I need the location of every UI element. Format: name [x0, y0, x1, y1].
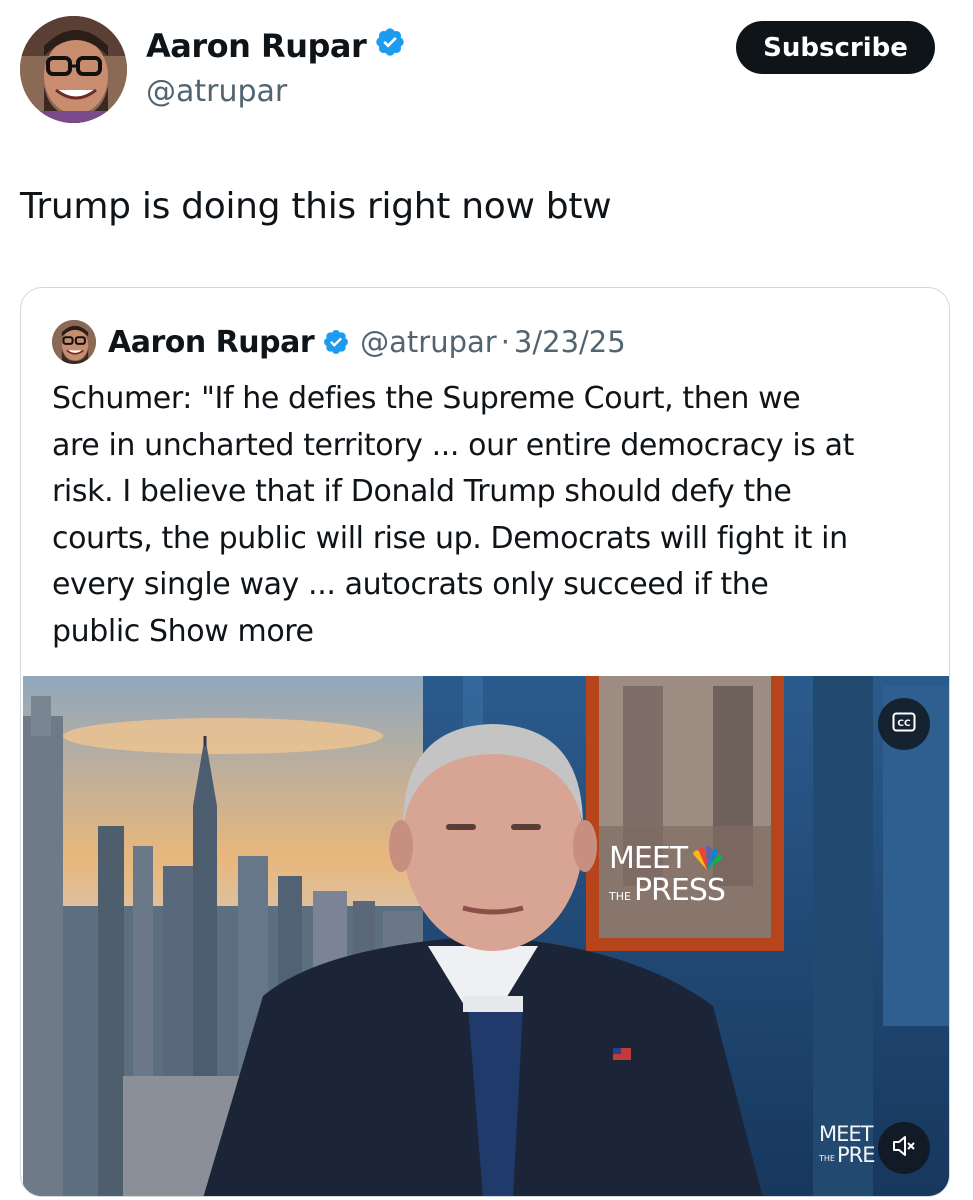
- quoted-text-line: every single way ... autocrats only succ…: [52, 567, 769, 602]
- logo-the: THE: [609, 890, 631, 903]
- quoted-tweet-card[interactable]: Aaron Rupar @atrupar · 3/23/25 Schumer: …: [20, 287, 950, 1197]
- tweet-text: Trump is doing this right now btw: [20, 186, 612, 227]
- quoted-text-line: public: [52, 613, 140, 649]
- quoted-tweet-text: Schumer: "If he defies the Supreme Court…: [52, 376, 937, 655]
- meet-the-press-logo: MEET THE PRESS: [609, 841, 726, 908]
- closed-captions-icon: CC: [892, 712, 916, 736]
- video-frame: [23, 676, 949, 1196]
- author-avatar[interactable]: [20, 16, 127, 123]
- author-handle[interactable]: @atrupar: [146, 74, 287, 109]
- corner-logo-press: PRE: [836, 1143, 876, 1167]
- quoted-tweet-date[interactable]: 3/23/25: [514, 325, 626, 359]
- show-more-link[interactable]: Show more: [149, 614, 314, 649]
- volume-muted-icon: [891, 1134, 917, 1162]
- corner-watermark-logo: MEET THE PRE: [819, 1124, 875, 1166]
- quoted-text-line: are in uncharted territory ... our entir…: [52, 427, 854, 463]
- meta-separator: ·: [500, 325, 510, 359]
- verified-badge-icon: [322, 328, 350, 356]
- corner-logo-meet: MEET: [819, 1122, 873, 1146]
- mute-button[interactable]: [878, 1122, 930, 1174]
- corner-logo-the: THE: [819, 1154, 835, 1163]
- quoted-text-line: courts, the public will rise up. Democra…: [52, 520, 848, 556]
- quoted-author-avatar[interactable]: [52, 320, 96, 364]
- quoted-text-line: risk. I believe that if Donald Trump sho…: [52, 474, 792, 509]
- quoted-author-name[interactable]: Aaron Rupar: [108, 325, 315, 360]
- peacock-icon: [693, 846, 723, 870]
- subscribe-button[interactable]: Subscribe: [736, 21, 935, 74]
- quoted-tweet-header: Aaron Rupar @atrupar · 3/23/25: [52, 319, 626, 365]
- verified-badge-icon: [374, 26, 406, 66]
- svg-text:CC: CC: [897, 719, 911, 729]
- closed-captions-button[interactable]: CC: [878, 698, 930, 750]
- quoted-author-handle[interactable]: @atrupar: [360, 325, 497, 359]
- video-player[interactable]: MEET THE PRESS MEET THE PRE CC: [23, 676, 949, 1196]
- quoted-text-line: Schumer: "If he defies the Supreme Court…: [52, 381, 801, 416]
- logo-meet: MEET: [609, 841, 688, 876]
- logo-press: PRESS: [633, 873, 726, 908]
- author-name-text: Aaron Rupar: [146, 27, 367, 65]
- author-name[interactable]: Aaron Rupar: [146, 26, 406, 66]
- quoted-text-last-line: public Show more: [52, 609, 937, 656]
